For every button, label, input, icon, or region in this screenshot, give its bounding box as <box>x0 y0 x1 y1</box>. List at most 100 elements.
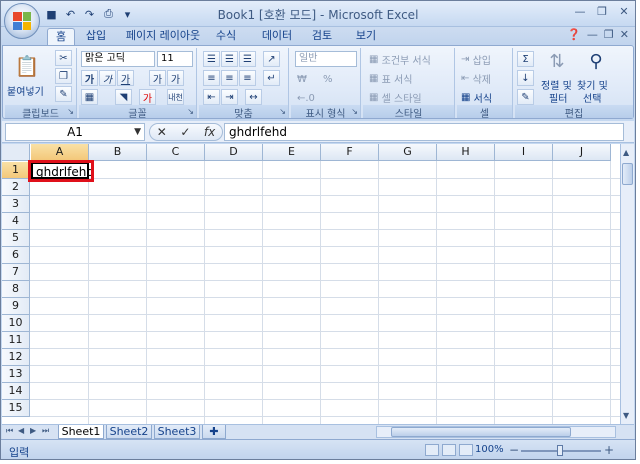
paste-icon[interactable]: 📋 <box>9 52 45 80</box>
column-header-i[interactable]: I <box>495 144 553 161</box>
font-size-select[interactable]: 11 <box>157 51 193 67</box>
formula-input[interactable]: ghdrlfehd <box>224 123 624 141</box>
prev-sheet-icon[interactable]: ◀ <box>18 426 24 435</box>
format-table-button[interactable]: ▦ 표 서식 <box>369 70 412 86</box>
underline-button[interactable]: 가 <box>117 70 134 86</box>
cancel-icon[interactable]: ✕ <box>157 125 167 139</box>
merge-center-icon[interactable]: ↔ <box>245 89 262 105</box>
scroll-thumb[interactable] <box>622 163 633 185</box>
sort-filter-icon[interactable]: ⇅ <box>543 50 571 72</box>
font-color-button[interactable]: 가 <box>139 89 156 105</box>
grow-font-button[interactable]: 가 <box>149 70 166 86</box>
border-icon[interactable]: ▦ <box>81 89 98 105</box>
sheet-tab-2[interactable]: Sheet2 <box>106 425 152 439</box>
name-box[interactable]: A1 ▼ <box>5 123 145 141</box>
italic-button[interactable]: 가 <box>99 70 116 86</box>
tab-page-layout[interactable]: 페이지 레이아웃 <box>121 28 205 45</box>
row-header-15[interactable]: 15 <box>2 400 30 417</box>
align-center-icon[interactable]: ≡ <box>221 70 238 86</box>
horizontal-scrollbar[interactable] <box>376 426 616 438</box>
row-header-12[interactable]: 12 <box>2 349 30 366</box>
column-header-e[interactable]: E <box>263 144 321 161</box>
column-header-h[interactable]: H <box>437 144 495 161</box>
tab-data[interactable]: 데이터 <box>255 28 299 45</box>
percent-button[interactable]: % <box>323 71 333 87</box>
restore-icon[interactable]: ❐ <box>595 4 609 18</box>
column-header-d[interactable]: D <box>205 144 263 161</box>
column-header-a[interactable]: A <box>31 144 89 161</box>
scroll-thumb[interactable] <box>391 427 571 437</box>
page-break-view-icon[interactable] <box>459 444 473 456</box>
help-icon[interactable]: ❓ <box>567 28 581 41</box>
increase-indent-icon[interactable]: ⇥ <box>221 89 238 105</box>
font-name-select[interactable]: 맑은 고딕 <box>81 51 155 67</box>
ribbon-restore-icon[interactable]: ❐ <box>604 28 614 41</box>
decrease-indent-icon[interactable]: ⇤ <box>203 89 220 105</box>
tab-home[interactable]: 홈 <box>47 28 75 45</box>
zoom-level[interactable]: 100% <box>475 444 504 455</box>
align-right-icon[interactable]: ≡ <box>239 70 256 86</box>
autosum-icon[interactable]: Σ <box>517 51 534 67</box>
row-header-4[interactable]: 4 <box>2 213 30 230</box>
last-sheet-icon[interactable]: ⏭ <box>42 426 49 436</box>
cut-icon[interactable]: ✂ <box>55 50 72 66</box>
format-cells-button[interactable]: ▦ 서식 <box>461 89 492 105</box>
row-header-3[interactable]: 3 <box>2 196 30 213</box>
zoom-in-icon[interactable]: + <box>604 443 614 457</box>
bold-button[interactable]: 가 <box>81 70 98 86</box>
row-header-14[interactable]: 14 <box>2 383 30 400</box>
binoculars-icon[interactable]: ⚲ <box>581 50 611 72</box>
normal-view-icon[interactable] <box>425 444 439 456</box>
column-header-g[interactable]: G <box>379 144 437 161</box>
zoom-out-icon[interactable]: − <box>509 443 519 457</box>
zoom-slider-thumb[interactable] <box>557 445 563 456</box>
decimal-icon[interactable]: ←.0 <box>297 90 315 106</box>
row-header-13[interactable]: 13 <box>2 366 30 383</box>
ribbon-minimize-icon[interactable]: — <box>587 28 598 41</box>
orientation-icon[interactable]: ↗ <box>263 51 280 67</box>
tab-view[interactable]: 보기 <box>351 28 381 45</box>
column-header-f[interactable]: F <box>321 144 379 161</box>
office-button[interactable] <box>4 3 40 39</box>
dialog-launcher-icon[interactable]: ↘ <box>351 107 358 116</box>
row-header-6[interactable]: 6 <box>2 247 30 264</box>
cell-style-button[interactable]: ▦ 셀 스타일 <box>369 89 422 105</box>
tab-review[interactable]: 검토 <box>307 28 337 45</box>
column-header-c[interactable]: C <box>147 144 205 161</box>
page-layout-view-icon[interactable] <box>442 444 456 456</box>
currency-button[interactable]: ₩ <box>297 71 307 87</box>
row-header-11[interactable]: 11 <box>2 332 30 349</box>
align-top-icon[interactable]: ☰ <box>203 51 220 67</box>
worksheet-grid[interactable]: ABCDEFGHIJ 1 2 3 4 5 6 7 8 9 10 11 12 13 14 15 ghdrlfe… <box>2 144 634 424</box>
dialog-launcher-icon[interactable]: ↘ <box>67 107 74 116</box>
next-sheet-icon[interactable]: ▶ <box>30 426 36 435</box>
row-header-7[interactable]: 7 <box>2 264 30 281</box>
paste-button[interactable]: 붙여넣기 <box>7 82 44 98</box>
fill-color-icon[interactable]: ◥ <box>115 89 132 105</box>
copy-icon[interactable]: ❐ <box>55 68 72 84</box>
align-bottom-icon[interactable]: ☰ <box>239 51 256 67</box>
ribbon-close-icon[interactable]: ✕ <box>620 28 629 41</box>
align-left-icon[interactable]: ≡ <box>203 70 220 86</box>
dialog-launcher-icon[interactable]: ↘ <box>187 107 194 116</box>
column-header-j[interactable]: J <box>553 144 611 161</box>
conditional-format-button[interactable]: ▦ 조건부 서식 <box>369 51 431 67</box>
row-header-9[interactable]: 9 <box>2 298 30 315</box>
tab-formulas[interactable]: 수식 <box>211 28 241 45</box>
clear-icon[interactable]: ✎ <box>517 89 534 105</box>
minimize-icon[interactable]: — <box>573 4 587 18</box>
phonetic-button[interactable]: 내천 <box>167 89 184 105</box>
row-header-5[interactable]: 5 <box>2 230 30 247</box>
row-header-1[interactable]: 1 <box>2 162 30 179</box>
insert-function-button[interactable]: fx <box>204 125 215 139</box>
scroll-up-icon[interactable]: ▲ <box>623 148 629 157</box>
row-header-8[interactable]: 8 <box>2 281 30 298</box>
row-header-2[interactable]: 2 <box>2 179 30 196</box>
select-all-corner[interactable] <box>2 144 30 161</box>
chevron-down-icon[interactable]: ▼ <box>134 124 141 140</box>
number-format-select[interactable]: 일반 <box>295 51 357 67</box>
first-sheet-icon[interactable]: ⏮ <box>6 426 13 436</box>
column-header-b[interactable]: B <box>89 144 147 161</box>
shrink-font-button[interactable]: 가 <box>167 70 184 86</box>
dialog-launcher-icon[interactable]: ↘ <box>279 107 286 116</box>
